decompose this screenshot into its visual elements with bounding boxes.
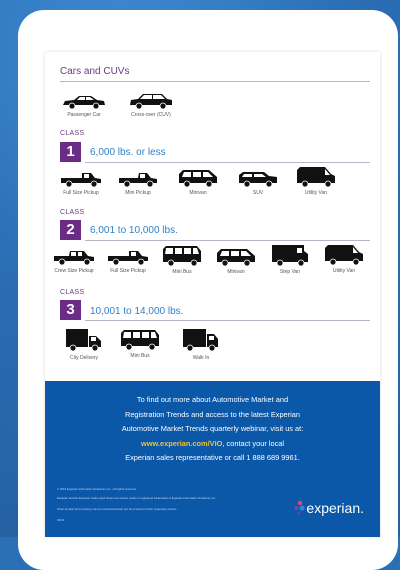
vehicle-mini-bus: Mini Bus — [155, 245, 209, 275]
vehicle-label: SUV — [252, 190, 264, 196]
minivan-icon — [217, 249, 255, 267]
suv-icon — [239, 172, 277, 188]
cuv-icon — [130, 94, 172, 110]
vehicle-utility-van: Utility Van — [285, 166, 347, 196]
vehicle-label: Cross-over (CUV) — [131, 112, 171, 118]
bus-icon — [121, 330, 159, 351]
pickup-icon — [119, 173, 157, 188]
vehicle-label: Minivan — [189, 190, 207, 196]
divider — [60, 81, 370, 82]
pickup-icon — [54, 251, 94, 266]
vehicle-passenger-car: Passenger Car — [53, 94, 115, 118]
cta-line-rest: , contact your local — [222, 438, 285, 448]
vehicle-mini-pickup: Mini Pickup — [107, 170, 169, 196]
cta-line: Automotive Market Trends quarterly webin… — [121, 424, 304, 433]
vehicle-label: Mini Bus — [130, 353, 150, 359]
legal-other: Other product and company names mentione… — [57, 507, 178, 511]
footer-panel: To find out more about Automotive Market… — [45, 381, 380, 537]
cta-line: To find out more about Automotive Market… — [136, 395, 289, 404]
minivan-icon — [179, 170, 217, 188]
class-label: CLASS — [60, 209, 85, 216]
vehicle-cuv: Cross-over (CUV) — [120, 92, 182, 118]
vehicle-minivan: Minivan — [167, 168, 229, 196]
legal-code: 03/19 — [57, 518, 64, 522]
logo-text: experian. — [306, 500, 364, 516]
class-weight: 10,001 to 14,000 lbs. — [90, 306, 184, 317]
vehicle-label: Passenger Car — [67, 112, 101, 118]
class-weight: 6,000 lbs. or less — [90, 147, 166, 158]
divider — [85, 162, 370, 163]
legal-copyright: © 2019 Experian Information Solutions, I… — [57, 487, 137, 491]
divider — [85, 240, 370, 241]
vehicle-label: Utility Van — [332, 268, 356, 274]
class-label: CLASS — [60, 289, 85, 296]
infographic-document: Cars and CUVs Passenger Car Cross-over (… — [45, 52, 380, 537]
experian-logo: experian. — [295, 500, 364, 516]
cta-line: Experian sales representative or call 1 … — [125, 453, 300, 462]
bus-icon — [163, 246, 201, 267]
legal-trademark: Experian and the Experian marks used her… — [57, 496, 216, 500]
van-icon — [297, 167, 335, 188]
vehicle-step-van: Step Van — [263, 243, 317, 275]
class-number-badge: 1 — [60, 142, 81, 162]
vehicle-full-size-pickup: Full Size Pickup — [101, 248, 155, 274]
vehicle-label: Full Size Pickup — [110, 268, 146, 274]
section-title-cars: Cars and CUVs — [60, 66, 130, 77]
vehicle-label: City Delivery — [69, 355, 99, 361]
sedan-icon — [63, 96, 105, 110]
vehicle-label: Step Van — [279, 269, 301, 275]
truck-icon — [66, 329, 101, 352]
call-to-action: To find out more about Automotive Market… — [65, 393, 360, 466]
vehicle-mini-bus: Mini Bus — [109, 329, 171, 359]
class-label: CLASS — [60, 130, 85, 137]
pickup-icon — [61, 173, 101, 188]
website-link[interactable]: www.experian.com/VIO — [141, 439, 222, 448]
divider — [85, 320, 370, 321]
class-number-badge: 3 — [60, 300, 81, 320]
vehicle-city-delivery: City Delivery — [53, 327, 115, 361]
class-weight: 6,001 to 10,000 lbs. — [90, 225, 178, 236]
van-icon — [325, 245, 363, 266]
vehicle-label: Mini Pickup — [125, 190, 151, 196]
vehicle-label: Minivan — [227, 269, 245, 275]
cta-line: www.experian.com/VIO, contact your local — [65, 437, 360, 452]
class-number-badge: 2 — [60, 220, 81, 240]
vehicle-label: Full Size Pickup — [63, 190, 99, 196]
vehicle-walk-in: Walk In — [170, 327, 232, 361]
vehicle-full-size-pickup: Full Size Pickup — [50, 170, 112, 196]
vehicle-label: Walk In — [192, 355, 210, 361]
logo-dots-icon — [295, 500, 306, 515]
vehicle-label: Mini Bus — [172, 269, 192, 275]
truck-icon — [183, 329, 218, 352]
vehicle-utility-van: Utility Van — [317, 244, 371, 274]
pickup-icon — [108, 251, 148, 266]
vehicle-minivan: Minivan — [209, 247, 263, 275]
cta-line: Registration Trends and access to the la… — [124, 409, 300, 419]
vehicle-crew-size-pickup: Crew Size Pickup — [47, 248, 101, 274]
vehicle-label: Utility Van — [304, 190, 328, 196]
van-icon — [272, 245, 308, 267]
vehicle-label: Crew Size Pickup — [54, 268, 94, 274]
vehicle-suv: SUV — [227, 170, 289, 196]
